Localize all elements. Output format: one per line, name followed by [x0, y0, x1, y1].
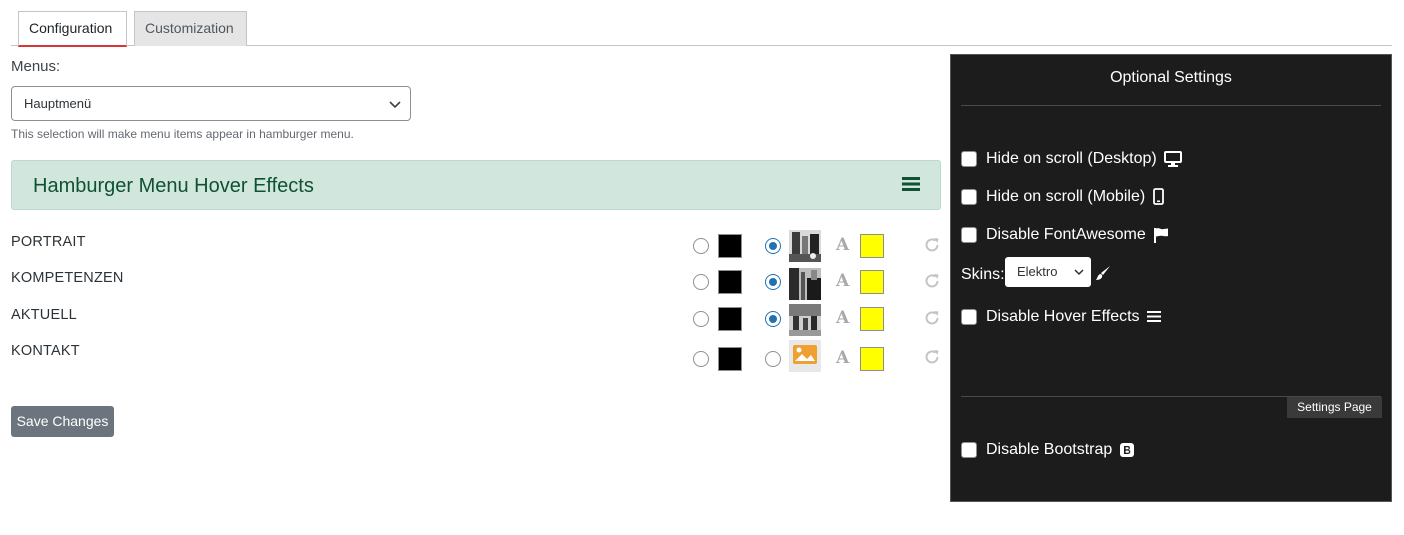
- menu-item-row: AKTUELL A: [11, 304, 946, 343]
- text-color-swatch[interactable]: [860, 270, 884, 294]
- menus-select-value: Hauptmenü: [24, 96, 92, 111]
- option-label: Disable FontAwesome: [986, 226, 1146, 243]
- color-radio[interactable]: [693, 351, 709, 367]
- chevron-down-icon: [1074, 269, 1084, 276]
- tab-configuration[interactable]: Configuration: [18, 11, 127, 47]
- skins-select-value: Elektro: [1017, 264, 1058, 279]
- text-color-icon: A: [836, 308, 850, 328]
- text-color-icon: A: [836, 235, 850, 255]
- save-changes-button[interactable]: Save Changes: [11, 406, 114, 437]
- mobile-icon: [1152, 188, 1164, 206]
- reset-icon[interactable]: [923, 236, 941, 254]
- bg-color-swatch[interactable]: [718, 347, 742, 371]
- flag-icon: [1154, 227, 1169, 243]
- divider: [961, 105, 1381, 106]
- image-radio[interactable]: [765, 351, 781, 367]
- skins-label: Skins:: [961, 266, 1005, 283]
- menu-item-row: KONTAKT A: [11, 340, 946, 379]
- optional-settings-panel: Optional Settings Hide on scroll (Deskto…: [950, 54, 1392, 502]
- checkbox[interactable]: [961, 442, 977, 458]
- bars-icon: [902, 177, 920, 191]
- menu-item-row: PORTRAIT A: [11, 230, 946, 270]
- desktop-icon: [1164, 150, 1183, 167]
- color-radio[interactable]: [693, 311, 709, 327]
- bg-color-swatch[interactable]: [718, 270, 742, 294]
- bootstrap-icon: [1119, 442, 1134, 457]
- reset-icon[interactable]: [923, 348, 941, 366]
- menus-help-text: This selection will make menu items appe…: [11, 127, 354, 141]
- color-radio[interactable]: [693, 274, 709, 290]
- menus-select[interactable]: Hauptmenü: [11, 86, 411, 121]
- checkbox[interactable]: [961, 151, 977, 167]
- reset-icon[interactable]: [923, 309, 941, 327]
- text-color-swatch[interactable]: [860, 234, 884, 258]
- tab-bar: Configuration Customization: [11, 10, 1392, 47]
- hover-effects-header: Hamburger Menu Hover Effects: [11, 160, 941, 210]
- reset-icon[interactable]: [923, 272, 941, 290]
- skins-select[interactable]: Elektro: [1005, 257, 1091, 287]
- image-thumbnail[interactable]: [789, 304, 821, 336]
- checkbox[interactable]: [961, 309, 977, 325]
- menu-item-row: KOMPETENZEN A: [11, 268, 946, 306]
- option-label: Disable Hover Effects: [986, 308, 1140, 325]
- bg-color-swatch[interactable]: [718, 234, 742, 258]
- menu-item-label: KONTAKT: [11, 343, 80, 359]
- text-color-swatch[interactable]: [860, 347, 884, 371]
- image-radio[interactable]: [765, 274, 781, 290]
- image-placeholder-icon[interactable]: [789, 340, 821, 372]
- panel-title: Optional Settings: [1110, 69, 1232, 86]
- hover-effects-title: Hamburger Menu Hover Effects: [33, 175, 314, 197]
- menu-item-label: PORTRAIT: [11, 234, 86, 250]
- image-thumbnail[interactable]: [789, 230, 821, 262]
- text-color-icon: A: [836, 271, 850, 291]
- menu-item-label: KOMPETENZEN: [11, 270, 124, 286]
- bg-color-swatch[interactable]: [718, 307, 742, 331]
- image-radio[interactable]: [765, 238, 781, 254]
- menu-item-label: AKTUELL: [11, 307, 77, 323]
- image-thumbnail[interactable]: [789, 268, 821, 300]
- bars-icon: [1147, 311, 1161, 323]
- image-radio[interactable]: [765, 311, 781, 327]
- tab-customization[interactable]: Customization: [134, 11, 247, 46]
- settings-page-button[interactable]: Settings Page: [1287, 397, 1382, 418]
- checkbox[interactable]: [961, 189, 977, 205]
- text-color-swatch[interactable]: [860, 307, 884, 331]
- paint-brush-icon: [1096, 266, 1110, 280]
- text-color-icon: A: [836, 348, 850, 368]
- option-label: Disable Bootstrap: [986, 441, 1113, 458]
- menus-label: Menus:: [11, 58, 61, 75]
- checkbox[interactable]: [961, 227, 977, 243]
- chevron-down-icon: [389, 101, 401, 109]
- color-radio[interactable]: [693, 238, 709, 254]
- option-label: Hide on scroll (Mobile): [986, 188, 1146, 205]
- option-label: Hide on scroll (Desktop): [986, 150, 1157, 167]
